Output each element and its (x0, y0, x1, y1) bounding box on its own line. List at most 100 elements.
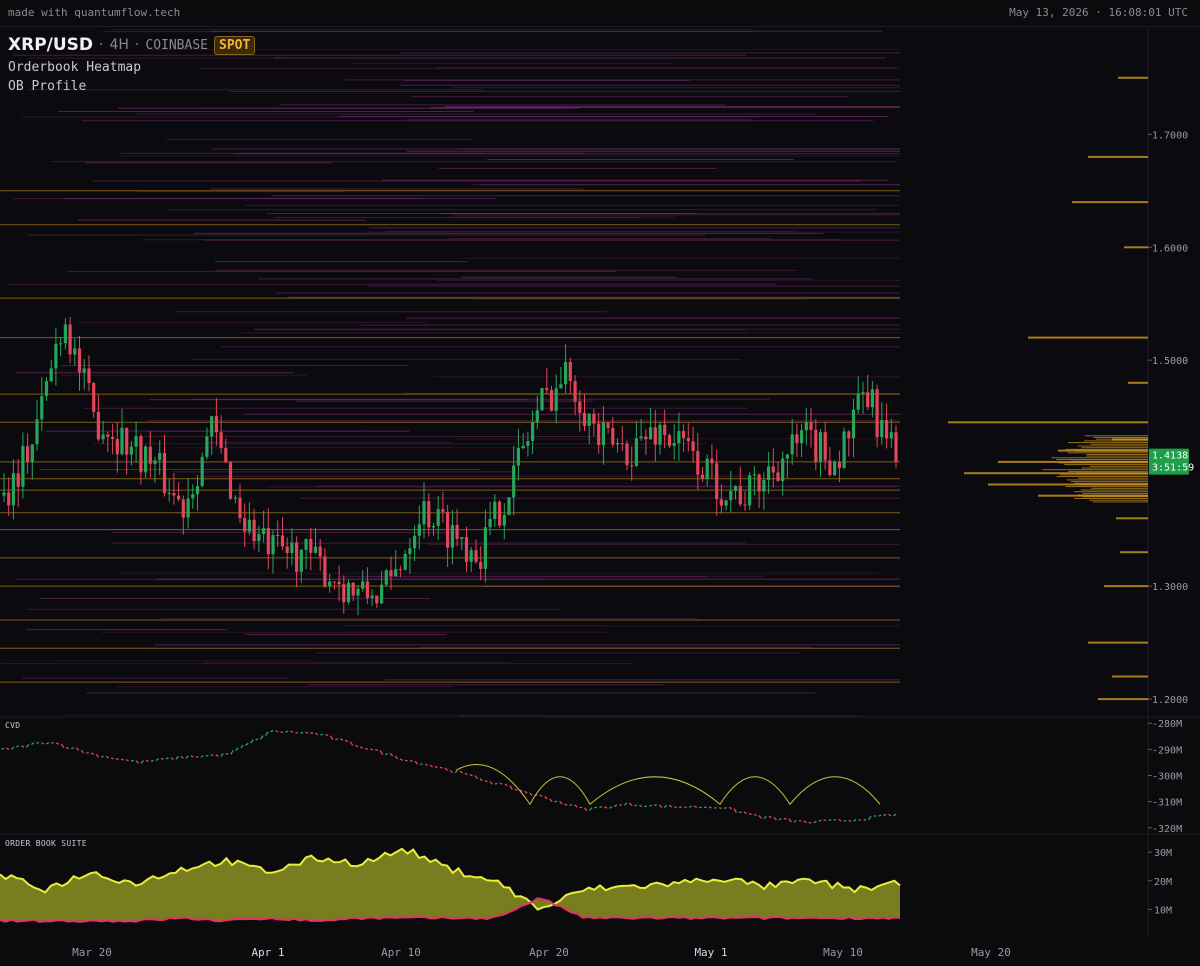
order-book-panel[interactable] (0, 847, 901, 923)
candle-body (7, 492, 11, 506)
ob-profile-bar (1116, 517, 1148, 520)
candle-body (719, 499, 723, 506)
cvd-step (649, 804, 653, 807)
cvd-step (170, 757, 174, 760)
cvd-step (71, 747, 75, 750)
cvd-step (584, 807, 588, 812)
study-orderbook-heatmap[interactable]: Orderbook Heatmap (8, 60, 255, 75)
cvd-step (723, 806, 727, 810)
cvd-step (743, 811, 747, 815)
candle-body (625, 443, 629, 466)
cvd-step (858, 818, 862, 821)
candle-body (394, 569, 398, 576)
candle-body (177, 495, 181, 500)
ob-profile-bar (1065, 448, 1148, 450)
cvd-step (778, 818, 782, 821)
cvd-step (384, 752, 388, 756)
candle-body (318, 546, 322, 557)
cvd-step (340, 738, 344, 741)
candle-body (106, 434, 110, 437)
candle-body (597, 423, 601, 446)
ob-profile-bar (1074, 450, 1148, 452)
candle-body (40, 396, 44, 420)
symbol-row: XRP/USD · 4H · COINBASE SPOT (8, 34, 256, 56)
candle-body (186, 498, 190, 518)
candle-body (276, 535, 280, 536)
ob-profile-bar (1051, 457, 1148, 459)
candle-body (257, 534, 261, 542)
cvd-step (514, 788, 518, 791)
candle-body (11, 473, 15, 506)
symbol-label[interactable]: XRP/USD (8, 35, 93, 55)
cvd-step (110, 757, 114, 760)
cvd-step (394, 755, 399, 760)
candle-body (26, 446, 30, 462)
study-ob-profile[interactable]: OB Profile (8, 79, 255, 94)
candle-body (564, 362, 568, 385)
cvd-step (46, 742, 50, 745)
ob-profile-bar (1074, 498, 1148, 499)
candle-body (54, 343, 58, 369)
ob-profile-bar (1118, 76, 1148, 79)
cvd-step (773, 817, 777, 821)
candle-body (441, 509, 445, 512)
x-tick-label: May 1 (694, 946, 727, 959)
cvd-step (11, 746, 15, 750)
cvd-step (21, 745, 25, 748)
cvd-step (544, 796, 548, 800)
cvd-step (564, 803, 568, 806)
candle-body (59, 343, 63, 345)
cvd-step (165, 757, 169, 760)
cvd-step (90, 752, 94, 755)
price-panel[interactable] (0, 27, 1200, 938)
ob-profile-bar (1065, 486, 1148, 488)
cvd-step (693, 805, 698, 809)
price-panel-bg (0, 27, 1200, 716)
cvd-step (150, 759, 154, 762)
price-badge-countdown: 3:51:59 (1152, 463, 1194, 474)
chart-area[interactable]: 1.7000 1.6000 1.5000 1.3000 1.2000 1.41383:51… (0, 27, 1200, 966)
market-badge: SPOT (214, 35, 256, 55)
cvd-step (454, 770, 458, 774)
candle-body (762, 480, 766, 492)
candle-body (228, 462, 233, 499)
ob-profile-bar (1042, 469, 1148, 471)
interval-label[interactable]: 4H (109, 37, 128, 53)
candle-body (771, 466, 775, 473)
cvd-step (56, 742, 60, 745)
cvd-step (315, 732, 319, 736)
candle-body (498, 501, 502, 526)
candle-body (271, 535, 275, 555)
cvd-step (559, 800, 563, 805)
candle-body (507, 497, 511, 515)
cvd-step (414, 760, 419, 765)
cvd-step (718, 807, 722, 810)
cvd-step (329, 735, 334, 740)
cvd-step (140, 760, 144, 764)
cvd-step (235, 747, 239, 751)
ob-profile-bar (1067, 479, 1148, 481)
cvd-step (663, 804, 668, 808)
candle-body (181, 499, 185, 518)
cvd-step (818, 819, 822, 822)
cvd-step (474, 775, 478, 780)
cvd-step (569, 804, 573, 807)
date-separator: · (1095, 6, 1102, 19)
ob-profile-bar (1128, 381, 1148, 384)
cvd-step (893, 813, 897, 817)
cvd-step (145, 759, 149, 762)
candle-body (649, 427, 653, 440)
candle-body (620, 443, 624, 445)
candle-body (781, 458, 785, 481)
cvd-step (135, 760, 139, 764)
candle-body (691, 441, 695, 451)
cvd-panel[interactable] (1, 729, 897, 824)
candle-body (361, 581, 365, 589)
candle-body (398, 569, 402, 571)
cvd-step (494, 782, 498, 785)
candle-body (474, 550, 478, 562)
dot-separator: · (134, 37, 140, 53)
cvd-step (459, 770, 463, 774)
ob-profile-bar (1082, 492, 1148, 494)
ob-profile-bar (1088, 641, 1148, 644)
